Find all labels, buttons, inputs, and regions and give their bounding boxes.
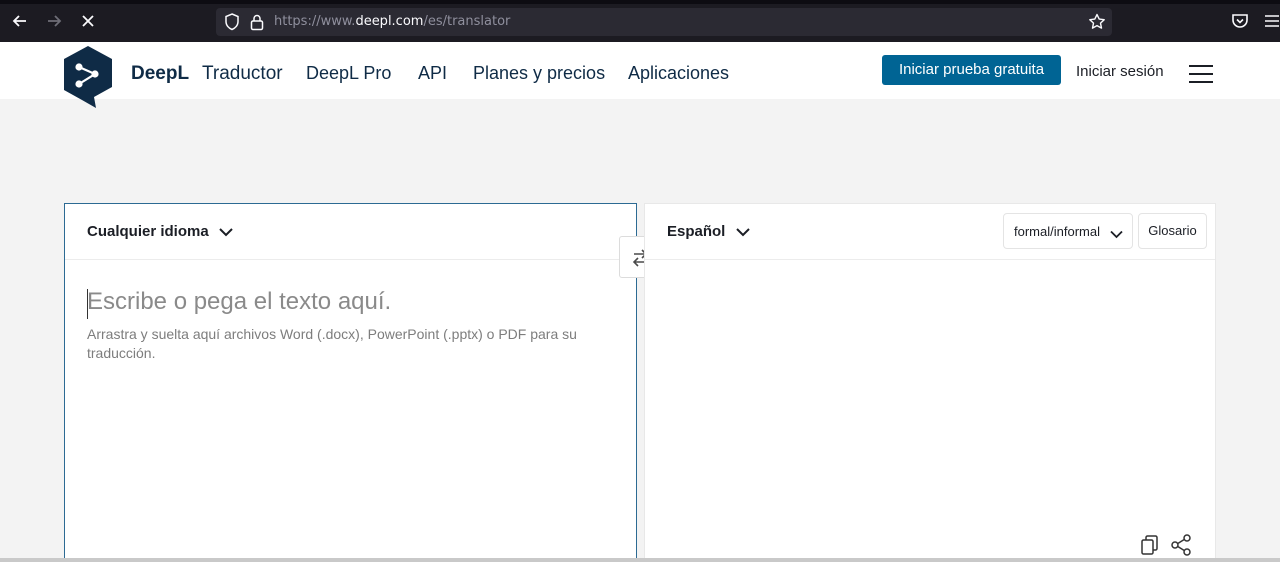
page-bottom-border: [0, 558, 1280, 562]
tab-strip: [0, 0, 1280, 4]
brand-product[interactable]: Traductor: [202, 63, 283, 85]
address-bar[interactable]: https://www.deepl.com/es/translator: [216, 8, 1112, 36]
login-link[interactable]: Iniciar sesión: [1076, 63, 1164, 80]
url-text: https://www.deepl.com/es/translator: [274, 14, 511, 29]
nav-link-pricing[interactable]: Planes y precios: [473, 63, 605, 84]
tracking-shield-icon[interactable]: [224, 13, 240, 36]
copy-icon[interactable]: [1140, 534, 1160, 561]
stop-loading-icon[interactable]: [78, 11, 98, 31]
nav-link-api[interactable]: API: [418, 63, 447, 84]
chevron-down-icon: [219, 224, 233, 241]
target-language-selector[interactable]: Español: [667, 223, 750, 241]
target-panel-header: Español formal/informal Glosario: [645, 204, 1215, 260]
nav-link-apps[interactable]: Aplicaciones: [628, 63, 729, 84]
source-language-selector[interactable]: Cualquier idioma: [87, 223, 233, 241]
glossary-button[interactable]: Glosario: [1138, 213, 1207, 249]
site-header: DeepL Traductor DeepL Pro API Planes y p…: [0, 42, 1280, 108]
chevron-down-icon: [1110, 227, 1123, 242]
target-panel: Español formal/informal Glosario: [644, 203, 1216, 562]
pocket-icon[interactable]: [1230, 11, 1250, 31]
deepl-logo-icon[interactable]: [62, 46, 114, 113]
formality-dropdown[interactable]: formal/informal: [1003, 213, 1133, 249]
brand-name[interactable]: DeepL: [131, 63, 189, 85]
back-icon[interactable]: [10, 11, 30, 31]
start-free-trial-button[interactable]: Iniciar prueba gratuita: [882, 55, 1061, 85]
source-panel-header: Cualquier idioma: [65, 204, 636, 260]
forward-icon[interactable]: [44, 11, 64, 31]
share-icon[interactable]: [1170, 534, 1192, 561]
source-panel: Cualquier idioma Escribe o pega el texto…: [64, 203, 637, 562]
hamburger-menu-icon[interactable]: [1189, 65, 1213, 89]
lock-icon[interactable]: [250, 13, 264, 36]
file-drop-hint: Arrastra y suelta aquí archivos Word (.d…: [87, 326, 577, 361]
bookmark-star-icon[interactable]: [1088, 13, 1106, 36]
browser-toolbar: https://www.deepl.com/es/translator: [0, 0, 1280, 42]
chevron-down-icon: [735, 224, 750, 241]
nav-link-deepl-pro[interactable]: DeepL Pro: [306, 63, 391, 84]
source-text-input[interactable]: Escribe o pega el texto aquí.: [87, 288, 391, 316]
menu-icon[interactable]: [1262, 11, 1280, 31]
